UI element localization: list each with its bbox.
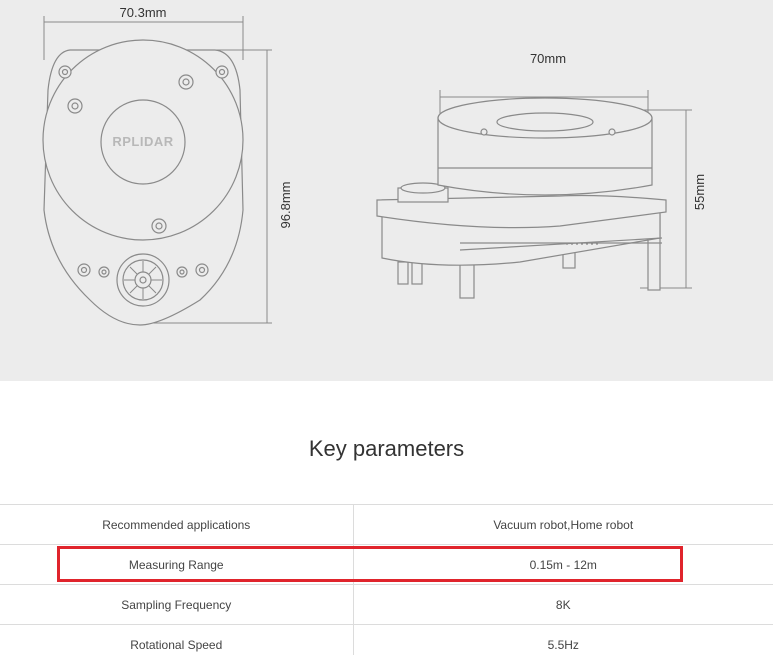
parameter-name: Rotational Speed [0,624,354,655]
technical-drawing: 70.3mm 96.8mm RPLIDAR 70mm 55mm [42,5,707,326]
table-row: Recommended applications Vacuum robot,Ho… [0,504,773,545]
parameter-value: 5.5Hz [353,624,773,655]
product-drawing-panel: 70.3mm 96.8mm RPLIDAR 70mm 55mm [0,0,773,381]
top-height-label: 96.8mm [278,182,293,229]
table-row: Sampling Frequency 8K [0,584,773,625]
lidar-top-view [42,39,244,326]
parameter-value: Vacuum robot,Home robot [353,504,773,545]
side-height-label: 55mm [692,174,707,210]
rplidar-logo: RPLIDAR [112,134,173,149]
measuring-range-highlight [57,546,683,582]
side-width-label: 70mm [530,51,566,66]
lidar-side-view [376,97,667,299]
table-row: Rotational Speed 5.5Hz [0,624,773,655]
parameter-value: 8K [353,584,773,625]
page-title: Key parameters [308,436,465,461]
top-width-label: 70.3mm [120,5,167,20]
parameter-name: Sampling Frequency [0,584,354,625]
parameter-name: Recommended applications [0,504,354,545]
